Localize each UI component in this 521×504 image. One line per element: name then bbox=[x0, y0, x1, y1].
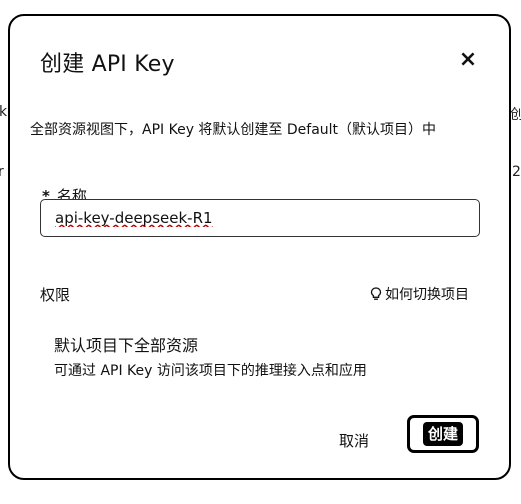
background-text-fragment: 创 bbox=[510, 107, 521, 123]
background-text-fragment: 2 bbox=[512, 164, 521, 180]
api-key-name-input[interactable] bbox=[40, 199, 480, 237]
create-button[interactable]: 创建 bbox=[407, 415, 479, 453]
cancel-button[interactable]: 取消 bbox=[332, 424, 376, 458]
background-text-fragment: k bbox=[0, 104, 8, 120]
switch-project-help-link[interactable]: 如何切换项目 bbox=[370, 284, 469, 304]
lightbulb-icon bbox=[370, 287, 382, 300]
create-api-key-dialog: 创建 API Key × 全部资源视图下，API Key 将默认创建至 Defa… bbox=[8, 14, 511, 480]
permissions-label: 权限 bbox=[40, 286, 71, 304]
create-button-label: 创建 bbox=[422, 422, 463, 446]
help-link-text: 如何切换项目 bbox=[385, 287, 469, 303]
permission-scope-title: 默认项目下全部资源 bbox=[54, 336, 199, 355]
default-project-notice: 全部资源视图下，API Key 将默认创建至 Default（默认项目）中 bbox=[30, 122, 437, 138]
dialog-title: 创建 API Key bbox=[40, 52, 175, 77]
close-icon[interactable]: × bbox=[456, 48, 480, 72]
permission-scope-description: 可通过 API Key 访问该项目下的推理接入点和应用 bbox=[54, 363, 367, 379]
background-text-fragment: r bbox=[0, 164, 4, 180]
